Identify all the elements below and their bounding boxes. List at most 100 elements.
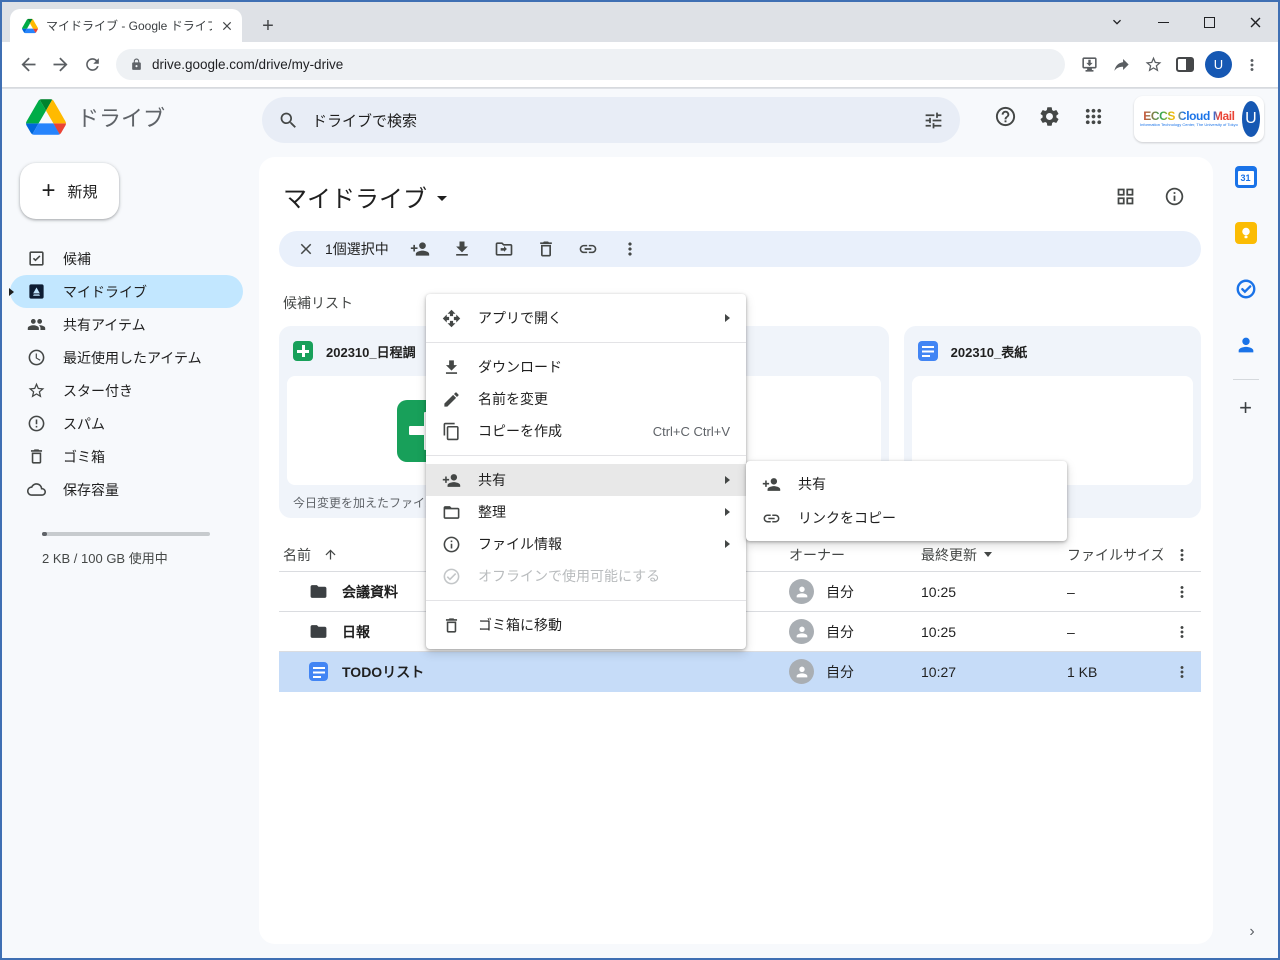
submenu-arrow-icon [725, 476, 730, 484]
install-app-icon[interactable] [1073, 49, 1105, 81]
sort-ascending-icon[interactable] [323, 547, 338, 562]
sidebar-item-label: 候補 [63, 249, 91, 269]
storage-usage-text: 2 KB / 100 GB 使用中 [42, 548, 259, 567]
browser-tab[interactable]: マイドライブ - Google ドライブ [10, 9, 242, 42]
sidebar-item-storage[interactable]: 保存容量 [10, 473, 243, 506]
header-size[interactable]: ファイルサイズ [1067, 545, 1163, 565]
header-name[interactable]: 名前 [283, 545, 311, 565]
submenu-arrow-icon [725, 540, 730, 548]
browser-toolbar: drive.google.com/drive/my-drive U [2, 42, 1278, 88]
card-title: 202310_日程調 [326, 342, 416, 361]
docs-file-icon [309, 662, 328, 681]
owner-avatar [789, 659, 814, 684]
expand-arrow-icon[interactable] [9, 288, 14, 296]
drive-search-bar[interactable]: ドライブで検索 [262, 97, 960, 143]
sidebar-item-suggestions[interactable]: 候補 [10, 242, 243, 275]
owner-name: 自分 [826, 582, 854, 602]
tab-search-icon[interactable] [1094, 2, 1140, 42]
menu-item-organize[interactable]: 整理 [426, 496, 746, 528]
menu-item-move-to-trash[interactable]: ゴミ箱に移動 [426, 609, 746, 641]
move-selected-icon[interactable] [483, 234, 525, 264]
new-button[interactable]: + 新規 [20, 163, 119, 219]
folder-icon [309, 582, 328, 601]
row-more-icon[interactable] [1173, 583, 1191, 601]
search-options-icon[interactable] [923, 110, 944, 131]
calendar-icon[interactable]: 31 [1213, 149, 1278, 205]
menu-item-rename[interactable]: 名前を変更 [426, 383, 746, 415]
offline-icon [442, 567, 461, 586]
details-info-icon[interactable] [1164, 186, 1185, 207]
sidebar-item-trash[interactable]: ゴミ箱 [10, 440, 243, 473]
maximize-button[interactable] [1186, 2, 1232, 42]
person-add-icon [442, 471, 461, 490]
tab-close-icon[interactable] [220, 19, 234, 33]
sidebar-item-label: 最近使用したアイテム [63, 348, 202, 368]
sidebar-item-starred[interactable]: スター付き [10, 374, 243, 407]
help-icon[interactable] [994, 105, 1017, 128]
google-apps-icon[interactable] [1082, 105, 1105, 128]
trash-icon [27, 447, 46, 466]
bookmark-star-icon[interactable] [1137, 49, 1169, 81]
new-button-label: 新規 [68, 181, 98, 202]
address-bar[interactable]: drive.google.com/drive/my-drive [116, 49, 1065, 80]
menu-item-file-info[interactable]: ファイル情報 [426, 528, 746, 560]
file-name: 日報 [342, 622, 370, 642]
sidebar-item-shared[interactable]: 共有アイテム [10, 308, 243, 341]
tasks-icon[interactable] [1213, 261, 1278, 317]
share-selected-icon[interactable] [399, 234, 441, 264]
spam-icon [27, 414, 46, 433]
copy-link-icon[interactable] [567, 234, 609, 264]
storage-icon [27, 480, 46, 499]
row-more-icon[interactable] [1173, 663, 1191, 681]
sidebar-item-label: 保存容量 [63, 480, 119, 500]
keep-icon[interactable] [1213, 205, 1278, 261]
grid-view-icon[interactable] [1115, 186, 1136, 207]
reload-button[interactable] [76, 49, 108, 81]
menu-divider [426, 455, 746, 456]
minimize-button[interactable] [1140, 2, 1186, 42]
rename-icon [442, 390, 461, 409]
menu-item-open-with[interactable]: アプリで開く [426, 302, 746, 334]
get-add-ons-button[interactable]: + [1213, 386, 1278, 430]
menu-item-download[interactable]: ダウンロード [426, 351, 746, 383]
page-title-dropdown[interactable]: マイドライブ [283, 179, 447, 214]
file-name: TODOリスト [342, 662, 424, 682]
trash-selected-icon[interactable] [525, 234, 567, 264]
submenu-item-copy-link[interactable]: リンクをコピー [746, 501, 1067, 535]
more-actions-icon[interactable] [609, 234, 651, 264]
download-selected-icon[interactable] [441, 234, 483, 264]
sidebar-item-recent[interactable]: 最近使用したアイテム [10, 341, 243, 374]
back-button[interactable] [12, 49, 44, 81]
menu-item-make-copy[interactable]: コピーを作成 Ctrl+C Ctrl+V [426, 415, 746, 447]
sidebar-item-spam[interactable]: スパム [10, 407, 243, 440]
header-updated[interactable]: 最終更新 [921, 545, 1067, 565]
show-side-panel-icon[interactable]: › [1240, 920, 1264, 944]
share-page-icon[interactable] [1105, 49, 1137, 81]
close-window-button[interactable] [1232, 2, 1278, 42]
menu-item-share[interactable]: 共有 [426, 464, 746, 496]
account-avatar[interactable]: U [1242, 101, 1260, 137]
tab-strip: マイドライブ - Google ドライブ + [2, 2, 1278, 42]
header-actions [994, 105, 1105, 128]
side-panel-icon[interactable] [1169, 49, 1201, 81]
submenu-item-share[interactable]: 共有 [746, 467, 1067, 501]
my-drive-icon [27, 282, 46, 301]
browser-menu-icon[interactable] [1236, 49, 1268, 81]
sidebar-item-label: 共有アイテム [63, 315, 146, 335]
table-row-selected-file[interactable]: TODOリスト 自分 10:27 1 KB [279, 652, 1201, 692]
clear-selection-icon[interactable] [293, 236, 319, 262]
new-tab-button[interactable]: + [254, 12, 282, 40]
sidebar-item-my-drive[interactable]: マイドライブ [10, 275, 243, 308]
file-size: – [1067, 584, 1163, 600]
account-badge[interactable]: ECCS Cloud Mail Information Technology C… [1134, 96, 1264, 142]
header-more-icon[interactable] [1173, 546, 1191, 564]
sidebar-item-label: マイドライブ [63, 282, 147, 302]
row-more-icon[interactable] [1173, 623, 1191, 641]
page-title: マイドライブ [283, 179, 427, 214]
forward-button[interactable] [44, 49, 76, 81]
contacts-icon[interactable] [1213, 317, 1278, 373]
menu-item-label: コピーを作成 [478, 421, 562, 441]
settings-gear-icon[interactable] [1038, 105, 1061, 128]
header-owner[interactable]: オーナー [789, 545, 921, 565]
browser-profile-avatar[interactable]: U [1205, 51, 1232, 78]
